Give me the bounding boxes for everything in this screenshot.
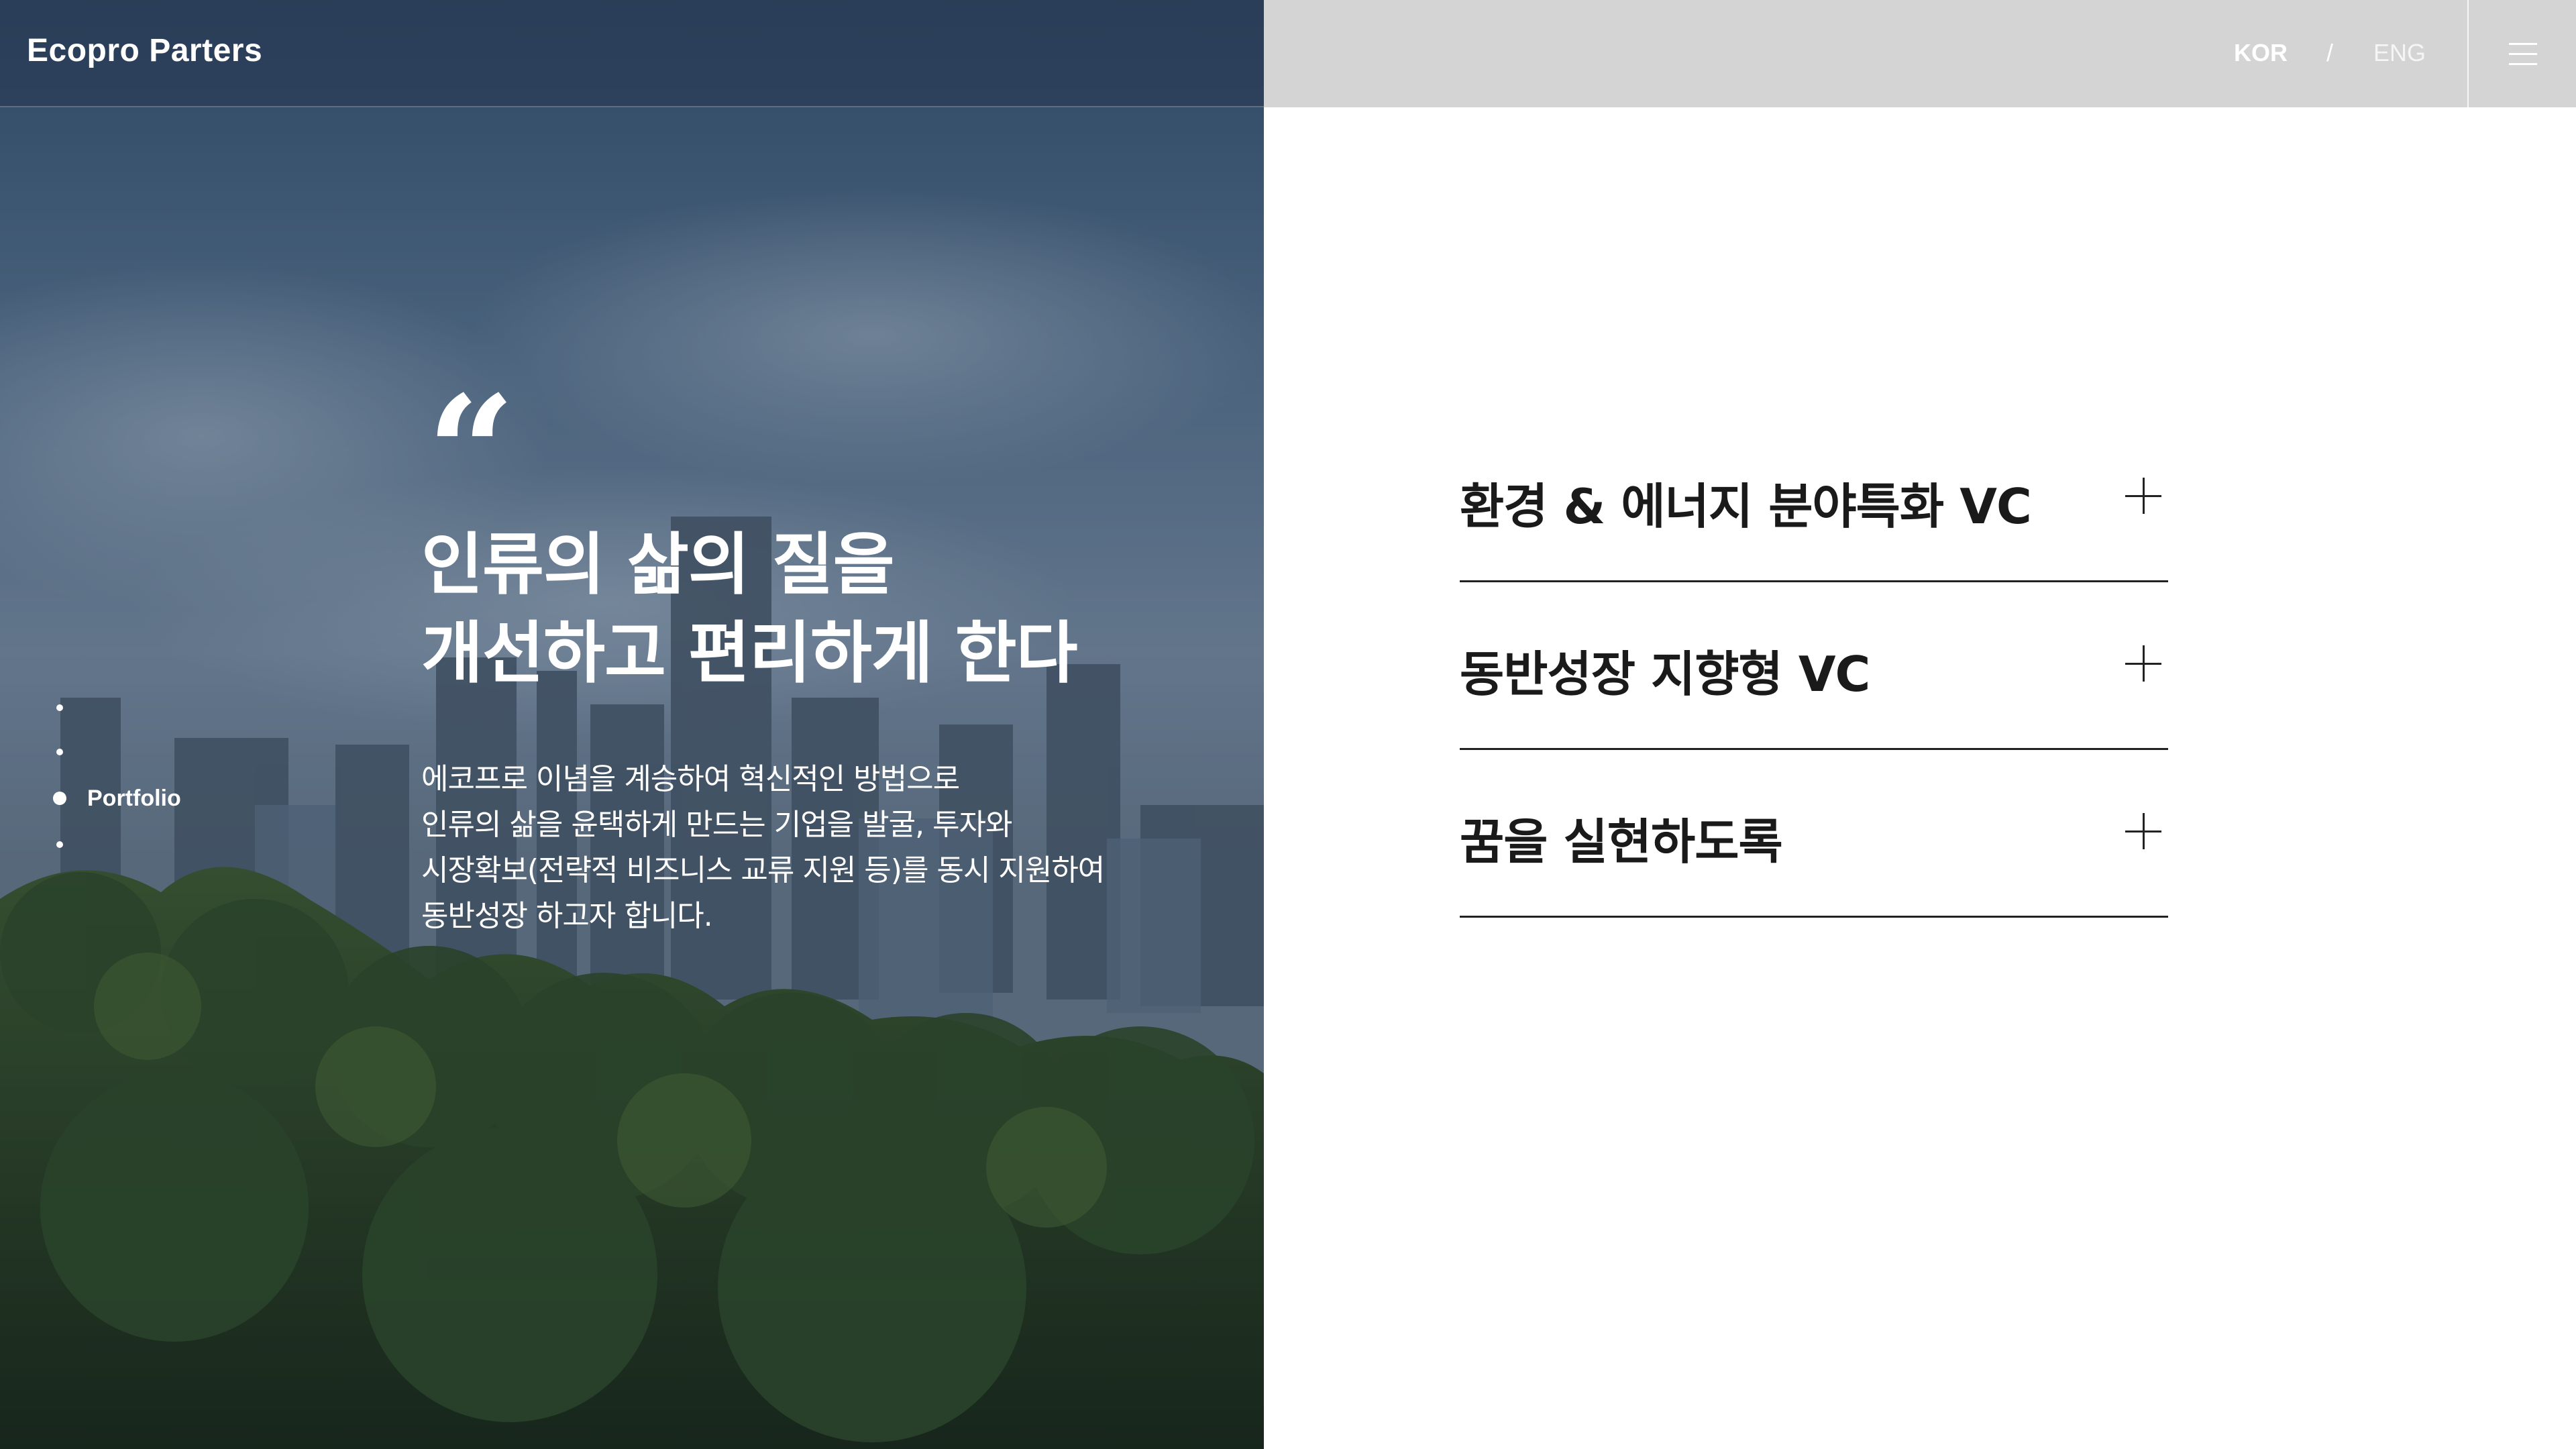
hero-headline-line: 인류의 삶의 질을 <box>421 525 895 604</box>
hero-description: 에코프로 이념을 계승하여 혁신적인 방법으로 인류의 삶을 윤택하게 만드는 … <box>421 757 1253 939</box>
plus-icon[interactable] <box>2125 813 2161 849</box>
hamburger-menu-icon <box>2509 43 2537 45</box>
vc-accordion: 환경 & 에너지 분야특화 VC 동반성장 지향형 VC 꿈을 실현하도록 <box>1460 415 2168 918</box>
side-nav-dot[interactable] <box>56 749 63 755</box>
hero-headline-line: 개선하고 편리하게 한다 <box>421 614 1078 692</box>
hero-description-line: 에코프로 이념을 계승하여 혁신적인 방법으로 <box>421 762 960 796</box>
accordion-item[interactable]: 꿈을 실현하도록 <box>1460 750 2168 918</box>
accordion-item[interactable]: 동반성장 지향형 VC <box>1460 582 2168 750</box>
hero-description-line: 인류의 삶을 윤택하게 만드는 기업을 발굴, 투자와 <box>421 808 1013 842</box>
menu-button[interactable] <box>2467 0 2576 107</box>
site-header: Ecopro Parters KOR / ENG <box>0 0 2576 107</box>
side-nav-dot-active[interactable] <box>53 792 66 805</box>
accordion-item[interactable]: 환경 & 에너지 분야특화 VC <box>1460 415 2168 582</box>
hero-background-image: Portfolio “ 인류의 삶의 질을 개선하고 편리하게 한다 에코프로 … <box>0 0 1264 1449</box>
side-nav-dot[interactable] <box>56 841 63 848</box>
plus-icon[interactable] <box>2125 645 2161 682</box>
lang-eng-link[interactable]: ENG <box>2373 39 2426 67</box>
accordion-item-title[interactable]: 환경 & 에너지 분야특화 VC <box>1460 467 2032 537</box>
side-nav-label-portfolio[interactable]: Portfolio <box>87 786 181 812</box>
site-logo[interactable]: Ecopro Parters <box>27 32 262 69</box>
plus-icon[interactable] <box>2125 478 2161 514</box>
accordion-item-title[interactable]: 꿈을 실현하도록 <box>1460 802 1783 873</box>
quote-mark-icon: “ <box>427 362 516 543</box>
city-skyline-photo <box>0 0 1264 1449</box>
hero-headline: 인류의 삶의 질을 개선하고 편리하게 한다 <box>421 521 1226 698</box>
accordion-item-title[interactable]: 동반성장 지향형 VC <box>1460 635 1870 705</box>
hero-description-line: 동반성장 하고자 합니다. <box>421 899 713 933</box>
lang-separator: / <box>2326 39 2334 66</box>
hero-description-line: 시장확보(전략적 비즈니스 교류 지원 등)를 동시 지원하여 <box>421 853 1105 888</box>
lang-kor-link[interactable]: KOR <box>2234 39 2288 67</box>
side-nav-dot[interactable] <box>56 704 63 711</box>
